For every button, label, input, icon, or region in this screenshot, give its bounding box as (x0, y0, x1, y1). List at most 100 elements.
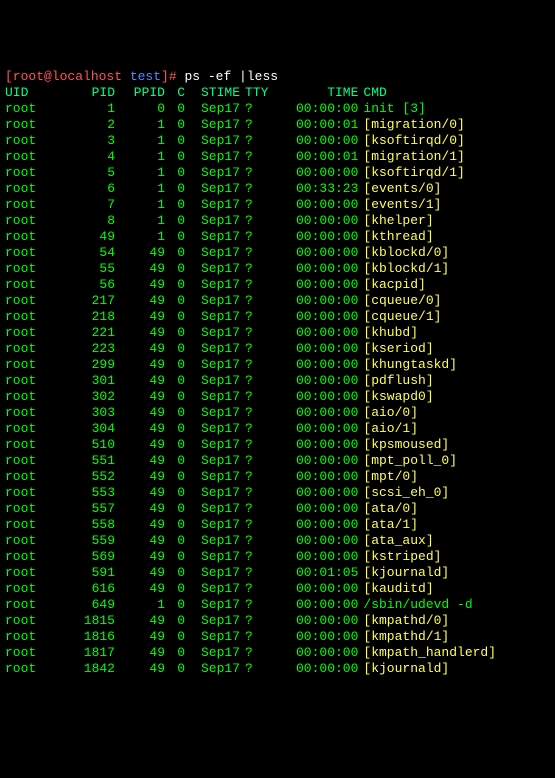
cell-tty: ? (240, 613, 268, 629)
cell-tty: ? (240, 405, 268, 421)
col-c: C (165, 85, 185, 101)
cell-pid: 558 (55, 517, 115, 533)
cell-uid: root (5, 309, 55, 325)
cell-ppid: 49 (115, 517, 165, 533)
cell-pid: 510 (55, 437, 115, 453)
table-row: root210Sep17?00:00:01[migration/0] (5, 117, 496, 133)
cell-ppid: 49 (115, 629, 165, 645)
cell-stime: Sep17 (185, 581, 240, 597)
cell-time: 00:00:00 (268, 453, 358, 469)
cell-ppid: 1 (115, 149, 165, 165)
cell-time: 00:00:00 (268, 597, 358, 613)
cell-cmd: [ksoftirqd/1] (358, 165, 496, 181)
cell-uid: root (5, 517, 55, 533)
cell-tty: ? (240, 277, 268, 293)
cell-pid: 553 (55, 485, 115, 501)
cell-ppid: 1 (115, 133, 165, 149)
cell-ppid: 49 (115, 389, 165, 405)
cell-time: 00:00:00 (268, 437, 358, 453)
cell-cmd: [ata_aux] (358, 533, 496, 549)
cell-stime: Sep17 (185, 373, 240, 389)
cell-ppid: 49 (115, 485, 165, 501)
cell-tty: ? (240, 293, 268, 309)
table-row: root299490Sep17?00:00:00[khungtaskd] (5, 357, 496, 373)
cell-cmd: [khungtaskd] (358, 357, 496, 373)
cell-stime: Sep17 (185, 325, 240, 341)
cell-cmd: [khubd] (358, 325, 496, 341)
cell-c: 0 (165, 101, 185, 117)
cell-ppid: 49 (115, 341, 165, 357)
cell-time: 00:00:00 (268, 293, 358, 309)
cell-ppid: 49 (115, 277, 165, 293)
cell-uid: root (5, 469, 55, 485)
table-row: root302490Sep17?00:00:00[kswapd0] (5, 389, 496, 405)
prompt-close: ]# (161, 69, 184, 84)
cell-ppid: 49 (115, 549, 165, 565)
cell-pid: 5 (55, 165, 115, 181)
cell-cmd: [mpt/0] (358, 469, 496, 485)
cell-stime: Sep17 (185, 533, 240, 549)
cell-ppid: 49 (115, 453, 165, 469)
cell-ppid: 49 (115, 261, 165, 277)
cell-uid: root (5, 581, 55, 597)
cell-ppid: 49 (115, 469, 165, 485)
cell-time: 00:00:00 (268, 101, 358, 117)
cell-uid: root (5, 229, 55, 245)
cell-stime: Sep17 (185, 661, 240, 677)
cell-c: 0 (165, 517, 185, 533)
cell-tty: ? (240, 517, 268, 533)
cell-stime: Sep17 (185, 453, 240, 469)
table-row: root558490Sep17?00:00:00[ata/1] (5, 517, 496, 533)
cell-stime: Sep17 (185, 629, 240, 645)
cell-c: 0 (165, 261, 185, 277)
cell-uid: root (5, 453, 55, 469)
table-row: root4910Sep17?00:00:00[kthread] (5, 229, 496, 245)
terminal-output[interactable]: [root@localhost test]# ps -ef |less UID … (5, 69, 550, 693)
cell-stime: Sep17 (185, 277, 240, 293)
cell-cmd: [kpsmoused] (358, 437, 496, 453)
table-row: root310Sep17?00:00:00[ksoftirqd/0] (5, 133, 496, 149)
cell-uid: root (5, 101, 55, 117)
cell-time: 00:00:00 (268, 213, 358, 229)
cell-uid: root (5, 373, 55, 389)
cell-cmd: [kauditd] (358, 581, 496, 597)
cell-pid: 591 (55, 565, 115, 581)
cell-uid: root (5, 597, 55, 613)
cell-time: 00:33:23 (268, 181, 358, 197)
cell-stime: Sep17 (185, 133, 240, 149)
cell-stime: Sep17 (185, 469, 240, 485)
table-row: root100Sep17?00:00:00init [3] (5, 101, 496, 117)
cell-time: 00:00:00 (268, 469, 358, 485)
cell-pid: 304 (55, 421, 115, 437)
table-row: root553490Sep17?00:00:00[scsi_eh_0] (5, 485, 496, 501)
col-uid: UID (5, 85, 55, 101)
cell-cmd: [kmpathd/1] (358, 629, 496, 645)
cell-pid: 3 (55, 133, 115, 149)
cell-pid: 217 (55, 293, 115, 309)
cell-c: 0 (165, 645, 185, 661)
cell-pid: 302 (55, 389, 115, 405)
table-header: UID PID PPID C STIME TTY TIME CMD (5, 85, 496, 101)
cell-c: 0 (165, 597, 185, 613)
cell-ppid: 49 (115, 293, 165, 309)
cell-c: 0 (165, 373, 185, 389)
cell-ppid: 1 (115, 197, 165, 213)
cell-c: 0 (165, 469, 185, 485)
cell-c: 0 (165, 245, 185, 261)
cell-pid: 557 (55, 501, 115, 517)
cell-time: 00:00:01 (268, 117, 358, 133)
cell-time: 00:00:00 (268, 549, 358, 565)
cell-stime: Sep17 (185, 501, 240, 517)
cell-stime: Sep17 (185, 645, 240, 661)
cell-pid: 1817 (55, 645, 115, 661)
cell-c: 0 (165, 133, 185, 149)
table-row: root410Sep17?00:00:01[migration/1] (5, 149, 496, 165)
cell-cmd: [mpt_poll_0] (358, 453, 496, 469)
table-row: root55490Sep17?00:00:00[kblockd/1] (5, 261, 496, 277)
table-row: root54490Sep17?00:00:00[kblockd/0] (5, 245, 496, 261)
table-row: root1817490Sep17?00:00:00[kmpath_handler… (5, 645, 496, 661)
cell-tty: ? (240, 149, 268, 165)
table-row: root1816490Sep17?00:00:00[kmpathd/1] (5, 629, 496, 645)
cell-ppid: 1 (115, 117, 165, 133)
cell-cmd: [khelper] (358, 213, 496, 229)
